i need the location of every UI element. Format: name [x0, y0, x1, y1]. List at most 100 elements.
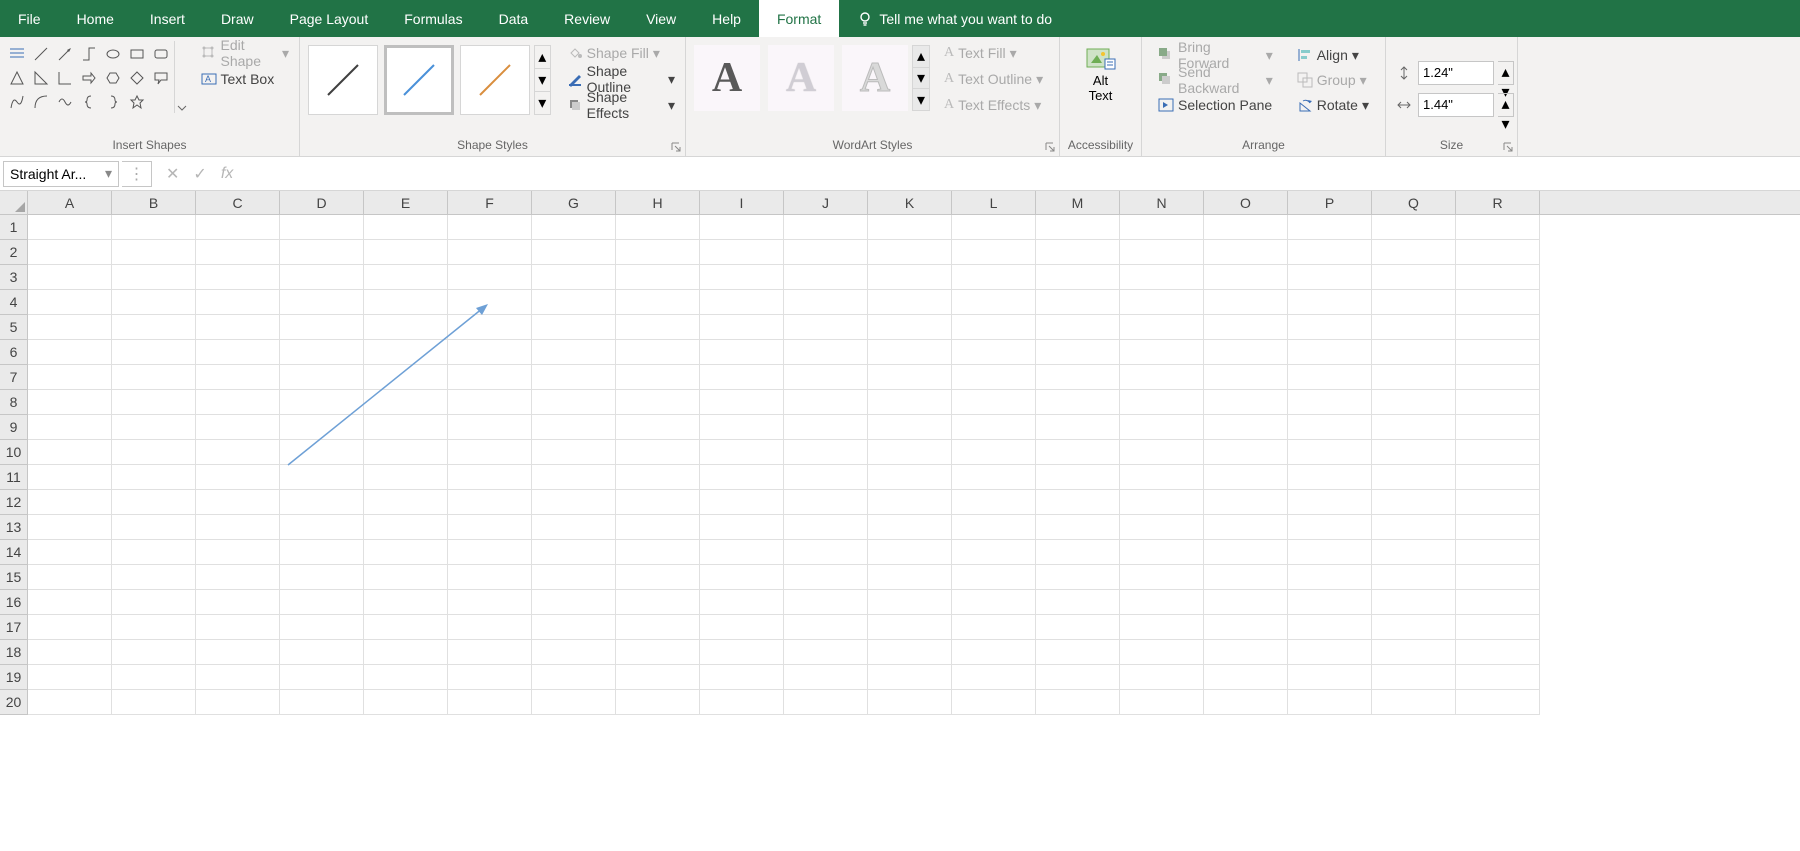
- cell[interactable]: [1036, 415, 1120, 440]
- cell[interactable]: [1120, 315, 1204, 340]
- cell[interactable]: [700, 640, 784, 665]
- column-header[interactable]: J: [784, 191, 868, 214]
- cell[interactable]: [868, 440, 952, 465]
- cell[interactable]: [784, 440, 868, 465]
- cell[interactable]: [28, 265, 112, 290]
- cell[interactable]: [1456, 540, 1540, 565]
- cell[interactable]: [28, 440, 112, 465]
- cell[interactable]: [784, 615, 868, 640]
- chevron-down-icon[interactable]: ▾: [105, 165, 112, 182]
- cell[interactable]: [280, 540, 364, 565]
- cell[interactable]: [868, 690, 952, 715]
- row-header[interactable]: 17: [0, 615, 28, 640]
- cell[interactable]: [1288, 565, 1372, 590]
- cell[interactable]: [364, 640, 448, 665]
- cell[interactable]: [1372, 465, 1456, 490]
- cell[interactable]: [1372, 490, 1456, 515]
- row-header[interactable]: 4: [0, 290, 28, 315]
- cell[interactable]: [280, 240, 364, 265]
- cell[interactable]: [196, 665, 280, 690]
- cell[interactable]: [280, 640, 364, 665]
- wordart-style-1[interactable]: A: [694, 45, 760, 111]
- cell[interactable]: [784, 365, 868, 390]
- cell[interactable]: [448, 490, 532, 515]
- column-header[interactable]: Q: [1372, 191, 1456, 214]
- cell[interactable]: [700, 215, 784, 240]
- cell[interactable]: [1456, 340, 1540, 365]
- cell[interactable]: [1456, 590, 1540, 615]
- cell[interactable]: [1204, 590, 1288, 615]
- shape-connector-icon[interactable]: [78, 43, 100, 65]
- cell[interactable]: [1120, 265, 1204, 290]
- cell[interactable]: [1120, 440, 1204, 465]
- cell[interactable]: [700, 515, 784, 540]
- cell[interactable]: [700, 365, 784, 390]
- cell[interactable]: [280, 490, 364, 515]
- cell[interactable]: [364, 615, 448, 640]
- cell[interactable]: [532, 565, 616, 590]
- menu-help[interactable]: Help: [694, 0, 759, 37]
- cell[interactable]: [280, 690, 364, 715]
- cell[interactable]: [196, 340, 280, 365]
- cell[interactable]: [1372, 590, 1456, 615]
- cell[interactable]: [1036, 215, 1120, 240]
- shape-style-2[interactable]: [384, 45, 454, 115]
- cell[interactable]: [868, 490, 952, 515]
- cell[interactable]: [1288, 415, 1372, 440]
- cell[interactable]: [952, 490, 1036, 515]
- cell[interactable]: [1456, 615, 1540, 640]
- cell[interactable]: [616, 240, 700, 265]
- cell[interactable]: [868, 665, 952, 690]
- cell[interactable]: [364, 665, 448, 690]
- shape-wave-icon[interactable]: [54, 91, 76, 113]
- cell[interactable]: [700, 590, 784, 615]
- cell[interactable]: [1372, 265, 1456, 290]
- shape-line-icon[interactable]: [30, 43, 52, 65]
- cell[interactable]: [868, 315, 952, 340]
- cell[interactable]: [1204, 540, 1288, 565]
- cell[interactable]: [1456, 440, 1540, 465]
- cell[interactable]: [1372, 690, 1456, 715]
- shape-style-3[interactable]: [460, 45, 530, 115]
- cell[interactable]: [112, 315, 196, 340]
- cell[interactable]: [1456, 690, 1540, 715]
- cell[interactable]: [1204, 565, 1288, 590]
- row-header[interactable]: 20: [0, 690, 28, 715]
- cell[interactable]: [28, 540, 112, 565]
- row-header[interactable]: 13: [0, 515, 28, 540]
- cell[interactable]: [112, 490, 196, 515]
- cell[interactable]: [532, 665, 616, 690]
- cell[interactable]: [952, 615, 1036, 640]
- cell[interactable]: [448, 615, 532, 640]
- cell[interactable]: [28, 315, 112, 340]
- cell[interactable]: [112, 365, 196, 390]
- cell[interactable]: [784, 665, 868, 690]
- cell[interactable]: [616, 515, 700, 540]
- column-header[interactable]: B: [112, 191, 196, 214]
- select-all-button[interactable]: [0, 191, 28, 214]
- column-header[interactable]: C: [196, 191, 280, 214]
- cell[interactable]: [532, 290, 616, 315]
- cell[interactable]: [1204, 465, 1288, 490]
- cell[interactable]: [952, 540, 1036, 565]
- cell[interactable]: [1120, 390, 1204, 415]
- cell[interactable]: [1120, 240, 1204, 265]
- shape-ellipse-icon[interactable]: [102, 43, 124, 65]
- cell[interactable]: [112, 340, 196, 365]
- straight-arrow-shape[interactable]: [283, 300, 493, 470]
- cell[interactable]: [1456, 465, 1540, 490]
- wordart-up-icon[interactable]: ▴: [913, 46, 929, 68]
- cell[interactable]: [952, 365, 1036, 390]
- cell[interactable]: [616, 290, 700, 315]
- cell[interactable]: [1036, 565, 1120, 590]
- cell[interactable]: [868, 515, 952, 540]
- shape-arrow-icon[interactable]: [54, 43, 76, 65]
- shape-elbow-icon[interactable]: [54, 67, 76, 89]
- cell[interactable]: [616, 390, 700, 415]
- fx-icon[interactable]: fx: [221, 165, 233, 183]
- cell[interactable]: [28, 390, 112, 415]
- cell[interactable]: [448, 665, 532, 690]
- cell[interactable]: [616, 490, 700, 515]
- cell[interactable]: [1372, 215, 1456, 240]
- cell[interactable]: [784, 640, 868, 665]
